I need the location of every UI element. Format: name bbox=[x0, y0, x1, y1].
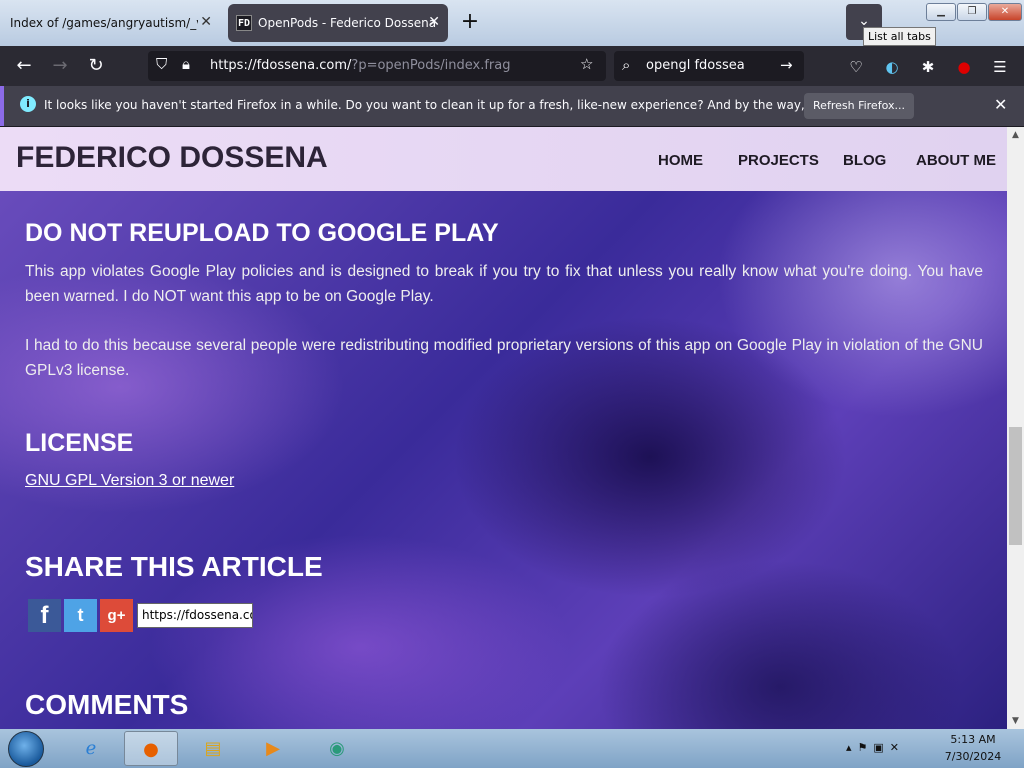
windows-taskbar: ℯ ● ▤ ▶ ◉ ▴⚑▣✕ 5:13 AM 7/30/2024 bbox=[0, 729, 1024, 768]
url-domain: https://fdossena.com/ bbox=[210, 58, 352, 73]
clock-date[interactable]: 7/30/2024 bbox=[930, 750, 1016, 763]
account-icon[interactable]: ◐ bbox=[881, 56, 903, 78]
heading-no-reupload: DO NOT REUPLOAD TO GOOGLE PLAY bbox=[25, 219, 499, 247]
tab-title: OpenPods - Federico Dossena bbox=[258, 16, 437, 30]
tab-index-games[interactable]: Index of /games/angryautism/_vani ✕ bbox=[0, 4, 222, 42]
site-header: FEDERICO DOSSENA HOME PROJECTS BLOG ABOU… bbox=[0, 127, 1007, 191]
scroll-down-arrow-icon[interactable]: ▼ bbox=[1007, 713, 1024, 729]
shield-icon[interactable]: ⛉ bbox=[156, 55, 167, 73]
back-arrow-icon[interactable]: ← bbox=[12, 54, 36, 78]
extensions-icon[interactable]: ✱ bbox=[917, 56, 939, 78]
restore-button[interactable]: ❐ bbox=[957, 3, 987, 21]
site-favicon-icon: FD bbox=[236, 15, 252, 31]
page-content: FEDERICO DOSSENA HOME PROJECTS BLOG ABOU… bbox=[0, 127, 1007, 729]
nav-projects[interactable]: PROJECTS bbox=[738, 152, 819, 169]
bookmark-star-icon[interactable]: ☆ bbox=[580, 55, 593, 73]
close-notification-icon[interactable]: ✕ bbox=[994, 95, 1007, 114]
scroll-up-arrow-icon[interactable]: ▲ bbox=[1007, 127, 1024, 143]
internet-explorer-icon[interactable]: ℯ bbox=[64, 731, 118, 766]
reload-icon[interactable]: ↻ bbox=[84, 54, 108, 78]
heading-comments: COMMENTS bbox=[25, 689, 189, 720]
firefox-icon[interactable]: ● bbox=[124, 731, 178, 766]
refresh-firefox-button[interactable]: Refresh Firefox... bbox=[804, 93, 914, 119]
refresh-notification-bar: i It looks like you haven't started Fire… bbox=[0, 86, 1024, 126]
media-player-icon[interactable]: ▶ bbox=[246, 731, 300, 766]
file-explorer-icon[interactable]: ▤ bbox=[186, 731, 240, 766]
nav-home[interactable]: HOME bbox=[658, 152, 703, 169]
site-title[interactable]: FEDERICO DOSSENA bbox=[16, 141, 328, 175]
page-scrollbar[interactable]: ▲ ▼ bbox=[1007, 127, 1024, 729]
close-tab-icon[interactable]: ✕ bbox=[428, 14, 440, 30]
heading-license: LICENSE bbox=[25, 429, 134, 457]
paragraph-warning: This app violates Google Play policies a… bbox=[25, 263, 983, 305]
scrollbar-thumb[interactable] bbox=[1009, 427, 1022, 545]
lock-icon[interactable]: 🔒︎ bbox=[182, 55, 190, 73]
facebook-share-icon[interactable]: f bbox=[28, 599, 61, 632]
search-bar[interactable]: ⌕ opengl fdossea → bbox=[614, 51, 804, 81]
clock-time[interactable]: 5:13 AM bbox=[930, 733, 1016, 746]
heading-share: SHARE THIS ARTICLE bbox=[25, 551, 323, 582]
app-icon[interactable]: ◉ bbox=[310, 731, 364, 766]
url-path: ?p=openPods/index.frag bbox=[351, 58, 511, 73]
share-url-field[interactable]: https://fdossena.com/?p=openPods/index.f… bbox=[137, 603, 253, 628]
list-tabs-tooltip: List all tabs bbox=[863, 27, 936, 46]
close-window-button[interactable]: ✕ bbox=[988, 3, 1022, 21]
minimize-button[interactable]: ▁ bbox=[926, 3, 956, 21]
new-tab-button[interactable]: + bbox=[458, 8, 482, 36]
menu-hamburger-icon[interactable]: ☰ bbox=[989, 56, 1011, 78]
paragraph-reason: I had to do this because several people … bbox=[25, 337, 983, 379]
google-plus-share-icon[interactable]: g+ bbox=[100, 599, 133, 632]
tab-openpods[interactable]: FD OpenPods - Federico Dossena ✕ bbox=[228, 4, 448, 42]
forward-arrow-icon[interactable]: → bbox=[48, 54, 72, 78]
tab-title: Index of /games/angryautism/_vani bbox=[10, 16, 198, 30]
nav-blog[interactable]: BLOG bbox=[843, 152, 886, 169]
ublock-icon[interactable]: ● bbox=[953, 56, 975, 78]
twitter-share-icon[interactable]: t bbox=[64, 599, 97, 632]
search-go-arrow-icon[interactable]: → bbox=[780, 56, 793, 74]
close-tab-icon[interactable]: ✕ bbox=[200, 14, 212, 30]
search-icon: ⌕ bbox=[622, 56, 631, 74]
start-button[interactable] bbox=[8, 731, 44, 767]
nav-about-me[interactable]: ABOUT ME bbox=[916, 152, 996, 169]
url-bar[interactable]: ⛉ 🔒︎ https://fdossena.com/?p=openPods/in… bbox=[148, 51, 606, 81]
url-text[interactable]: https://fdossena.com/?p=openPods/index.f… bbox=[210, 58, 510, 73]
navigation-toolbar: ← → ↻ ⛉ 🔒︎ https://fdossena.com/?p=openP… bbox=[0, 46, 1024, 86]
notification-text: It looks like you haven't started Firefo… bbox=[44, 98, 900, 112]
search-input[interactable]: opengl fdossea bbox=[646, 58, 745, 73]
license-link[interactable]: GNU GPL Version 3 or newer bbox=[25, 472, 234, 490]
info-icon: i bbox=[20, 96, 36, 112]
system-tray-icons[interactable]: ▴⚑▣✕ bbox=[846, 741, 905, 754]
pocket-icon[interactable]: ♡ bbox=[845, 56, 867, 78]
